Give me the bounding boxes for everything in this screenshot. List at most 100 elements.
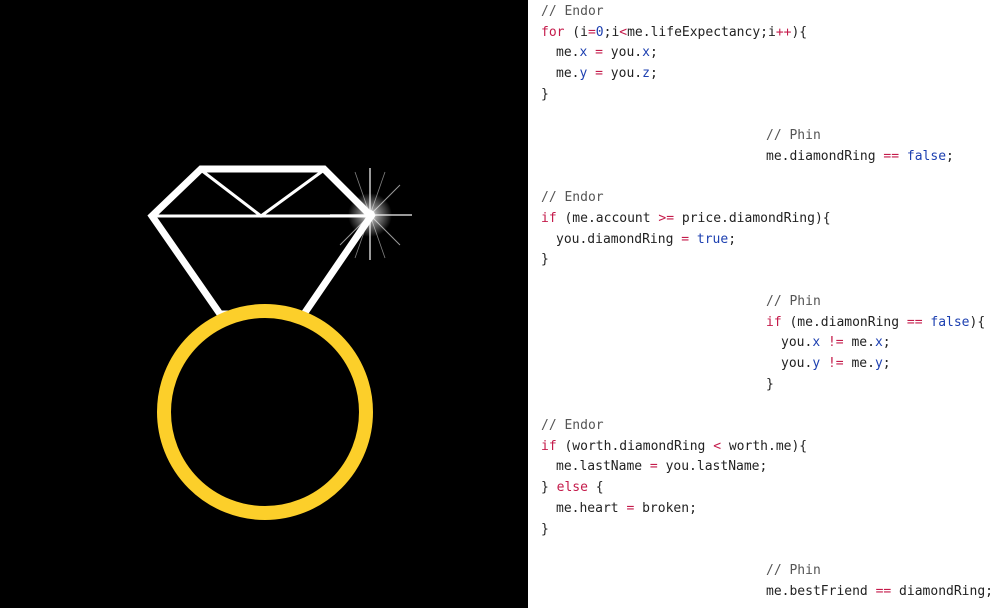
ring-illustration-panel bbox=[0, 0, 528, 608]
code-token: me.bestFriend bbox=[766, 583, 876, 599]
code-token: ; bbox=[728, 231, 737, 247]
code-token: y bbox=[874, 355, 883, 371]
code-token: = bbox=[649, 459, 658, 475]
code-token: y bbox=[812, 355, 821, 371]
sparkle-icon bbox=[330, 168, 412, 260]
code-line: if (me.account >= price.diamondRing){ bbox=[541, 209, 831, 229]
diamond-facets bbox=[200, 168, 325, 218]
code-line: me.y = you.z; bbox=[556, 64, 658, 84]
code-token: if bbox=[766, 314, 782, 330]
code-token: x bbox=[874, 335, 883, 351]
code-line: if (worth.diamondRing < worth.me){ bbox=[541, 437, 807, 457]
code-line: me.lastName = you.lastName; bbox=[556, 457, 767, 477]
code-line: } bbox=[766, 375, 774, 395]
code-token: == bbox=[883, 148, 900, 164]
code-token: // Endor bbox=[541, 4, 604, 19]
code-token: ; bbox=[946, 148, 954, 164]
code-line: } bbox=[541, 85, 549, 105]
code-token: false bbox=[906, 148, 947, 164]
code-line: me.bestFriend == diamondRing; bbox=[766, 582, 993, 602]
code-line: // Phin bbox=[766, 126, 821, 146]
gold-band bbox=[157, 304, 373, 520]
code-token: you.lastName; bbox=[657, 459, 768, 475]
code-line: } else { bbox=[541, 478, 604, 498]
code-token: worth.me){ bbox=[721, 438, 808, 454]
code-token: ; bbox=[649, 45, 658, 61]
code-token: else bbox=[556, 480, 588, 496]
code-token: // Phin bbox=[766, 128, 821, 144]
code-token: me.heart bbox=[556, 500, 627, 516]
code-token: = bbox=[681, 231, 690, 247]
code-token: ;i bbox=[603, 24, 620, 40]
code-token: you. bbox=[781, 335, 813, 351]
code-token: ; bbox=[882, 335, 891, 351]
diamond-outline bbox=[147, 165, 376, 318]
code-line: // Phin bbox=[766, 561, 821, 581]
code-token: == bbox=[906, 314, 923, 330]
code-token: if bbox=[541, 438, 557, 454]
code-line: // Phin bbox=[766, 292, 821, 312]
code-token: // Phin bbox=[766, 293, 821, 309]
code-token: 0 bbox=[595, 24, 604, 40]
code-line: // Endor bbox=[541, 2, 604, 22]
code-token: z bbox=[642, 66, 650, 82]
code-token: you. bbox=[602, 45, 643, 61]
code-token: != bbox=[827, 355, 844, 371]
code-token: ){ bbox=[791, 24, 808, 40]
code-line: } bbox=[541, 250, 549, 270]
code-token: >= bbox=[658, 211, 675, 226]
code-token: price.diamondRing){ bbox=[674, 211, 831, 226]
code-token: (me.diamonRing bbox=[781, 314, 907, 330]
code-token: me. bbox=[843, 355, 875, 371]
code-token: if bbox=[541, 211, 557, 226]
code-token: = bbox=[595, 66, 603, 82]
code-token: true bbox=[696, 231, 729, 247]
code-line: me.x = you.x; bbox=[556, 43, 658, 63]
code-token: { bbox=[587, 480, 604, 496]
code-token: } bbox=[541, 480, 557, 496]
code-token: broken; bbox=[634, 500, 697, 516]
code-token: for bbox=[541, 24, 565, 40]
code-token: diamondRing; bbox=[891, 583, 993, 599]
code-token: me.lifeExpectancy;i bbox=[627, 24, 776, 40]
code-line: // Endor bbox=[541, 188, 604, 208]
page: // Endor for (i=0;i<me.lifeExpectancy;i++… bbox=[0, 0, 1004, 608]
code-token: } bbox=[766, 376, 774, 392]
code-token: ; bbox=[882, 355, 891, 371]
code-token: you. bbox=[602, 66, 643, 82]
code-panel: // Endor for (i=0;i<me.lifeExpectancy;i++… bbox=[528, 0, 1004, 608]
code-token: // Endor bbox=[541, 190, 604, 206]
code-token: // Endor bbox=[541, 418, 604, 433]
code-token: me. bbox=[843, 335, 875, 351]
code-token: me.diamondRing bbox=[766, 148, 884, 164]
code-token: = bbox=[587, 24, 596, 40]
code-line: if (me.diamonRing == false){ bbox=[766, 313, 985, 333]
code-token: == bbox=[875, 583, 892, 599]
code-token: < bbox=[619, 24, 628, 40]
code-line: me.diamondRing == false; bbox=[766, 147, 954, 167]
code-token: you.diamondRing bbox=[556, 231, 682, 247]
code-token: (i bbox=[564, 24, 588, 40]
code-token: < bbox=[713, 438, 722, 454]
code-token: false bbox=[930, 314, 970, 330]
code-token: (me.account bbox=[556, 211, 659, 226]
code-token: } bbox=[541, 252, 549, 268]
code-line: you.diamondRing = true; bbox=[556, 230, 736, 250]
code-token: // Phin bbox=[766, 562, 821, 578]
code-token: } bbox=[541, 86, 549, 102]
code-token: x bbox=[812, 335, 821, 351]
code-line: // Endor bbox=[541, 416, 604, 436]
code-token: } bbox=[541, 521, 549, 537]
code-line: you.y != me.y; bbox=[781, 354, 891, 374]
diamond-ring-icon bbox=[147, 165, 412, 520]
code-token: you. bbox=[781, 355, 813, 371]
code-token: me. bbox=[556, 45, 580, 61]
code-line: for (i=0;i<me.lifeExpectancy;i++){ bbox=[541, 23, 807, 43]
code-token: (worth.diamondRing bbox=[556, 438, 714, 454]
code-token: ){ bbox=[969, 314, 986, 330]
